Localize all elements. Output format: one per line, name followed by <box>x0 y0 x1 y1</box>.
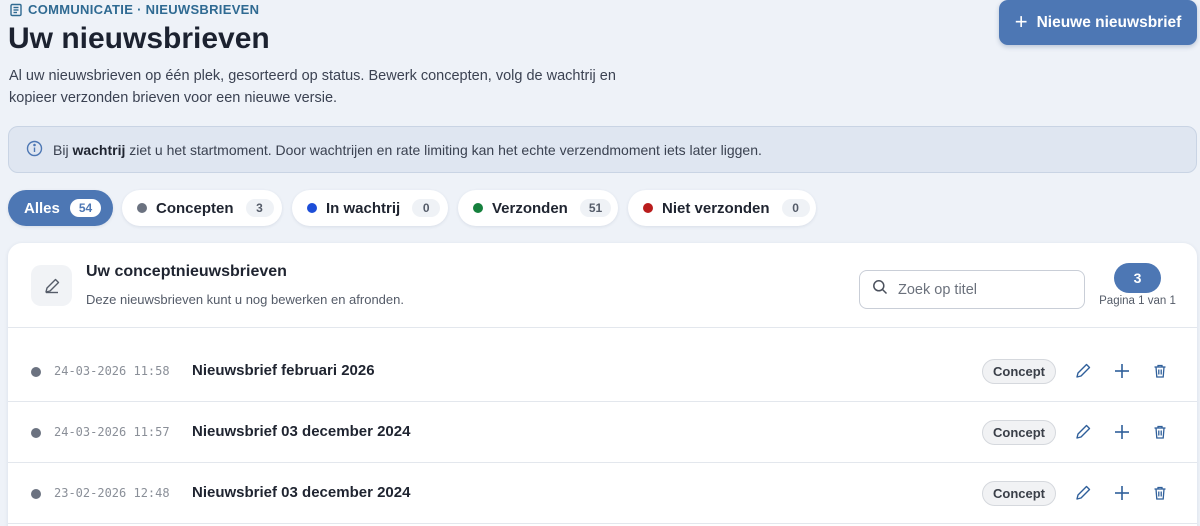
filter-queue[interactable]: In wachtrij 0 <box>292 190 448 226</box>
filter-label: Niet verzonden <box>662 199 770 217</box>
status-badge: Concept <box>982 359 1056 384</box>
row-title: Nieuwsbrief 03 december 2024 <box>192 423 411 440</box>
row-date: 24-03-2026 11:57 <box>54 425 170 439</box>
status-dot <box>31 367 41 377</box>
copy-plus-icon[interactable] <box>1111 482 1133 504</box>
status-badge: Concept <box>982 420 1056 445</box>
status-dot <box>31 489 41 499</box>
filter-label: In wachtrij <box>326 199 401 217</box>
search-icon <box>872 279 888 300</box>
filter-count: 0 <box>412 199 441 217</box>
info-banner: Bij wachtrij ziet u het startmoment. Doo… <box>8 126 1197 173</box>
filter-sent[interactable]: Verzonden 51 <box>458 190 618 226</box>
new-newsletter-label: Nieuwe nieuwsbrief <box>1036 13 1182 31</box>
row-date: 23-02-2026 12:48 <box>54 486 170 500</box>
trash-icon[interactable] <box>1149 360 1171 382</box>
edit-icon[interactable] <box>1072 421 1094 443</box>
newspaper-icon <box>9 3 23 17</box>
row-title: Nieuwsbrief februari 2026 <box>192 362 375 379</box>
status-dot <box>307 203 317 213</box>
filter-count: 0 <box>781 199 810 217</box>
filter-all[interactable]: Alles 54 <box>8 190 113 226</box>
divider <box>8 327 1197 328</box>
status-dot <box>31 428 41 438</box>
plus-icon: + <box>1014 8 1028 34</box>
page-description: Al uw nieuwsbrieven op één plek, gesorte… <box>9 68 616 106</box>
copy-plus-icon[interactable] <box>1111 421 1133 443</box>
filter-label: Verzonden <box>492 199 568 217</box>
info-text: Bij wachtrij ziet u het startmoment. Doo… <box>53 141 762 158</box>
page-count-badge: 3 <box>1114 263 1161 293</box>
section-subtitle: Deze nieuwsbrieven kunt u nog bewerken e… <box>86 292 404 307</box>
search-field[interactable] <box>859 270 1085 309</box>
filter-concepts[interactable]: Concepten 3 <box>122 190 282 226</box>
edit-icon[interactable] <box>1072 482 1094 504</box>
table-row[interactable]: 24-03-2026 11:57 Nieuwsbrief 03 december… <box>8 403 1197 463</box>
table-row[interactable]: 24-03-2026 11:58 Nieuwsbrief februari 20… <box>8 342 1197 402</box>
filter-count: 3 <box>245 199 274 217</box>
filter-count: 54 <box>69 199 102 217</box>
row-date: 24-03-2026 11:58 <box>54 364 170 378</box>
filter-label: Alles <box>24 199 60 217</box>
concept-newsletters-card: Uw conceptnieuwsbrieven Deze nieuwsbriev… <box>8 243 1197 526</box>
section-title: Uw conceptnieuwsbrieven <box>86 263 287 280</box>
page-title: Uw nieuwsbrieven <box>8 22 270 55</box>
info-icon <box>26 140 43 160</box>
pagination-info: Pagina 1 van 1 <box>1099 295 1176 307</box>
edit-icon[interactable] <box>1072 360 1094 382</box>
copy-plus-icon[interactable] <box>1111 360 1133 382</box>
status-dot <box>473 203 483 213</box>
new-newsletter-button[interactable]: + Nieuwe nieuwsbrief <box>999 0 1197 45</box>
breadcrumb-text: COMMUNICATIE · NIEUWSBRIEVEN <box>28 2 260 17</box>
status-dot <box>643 203 653 213</box>
trash-icon[interactable] <box>1149 421 1171 443</box>
row-title: Nieuwsbrief 03 december 2024 <box>192 484 411 501</box>
table-row[interactable]: 23-02-2026 12:48 Nieuwsbrief 03 december… <box>8 464 1197 524</box>
pencil-icon <box>31 265 72 306</box>
search-input[interactable] <box>898 281 1068 298</box>
filter-count: 51 <box>579 199 612 217</box>
filter-not-sent[interactable]: Niet verzonden 0 <box>628 190 816 226</box>
breadcrumb: COMMUNICATIE · NIEUWSBRIEVEN <box>9 2 259 17</box>
trash-icon[interactable] <box>1149 482 1171 504</box>
filter-label: Concepten <box>156 199 234 217</box>
status-badge: Concept <box>982 481 1056 506</box>
status-dot <box>137 203 147 213</box>
